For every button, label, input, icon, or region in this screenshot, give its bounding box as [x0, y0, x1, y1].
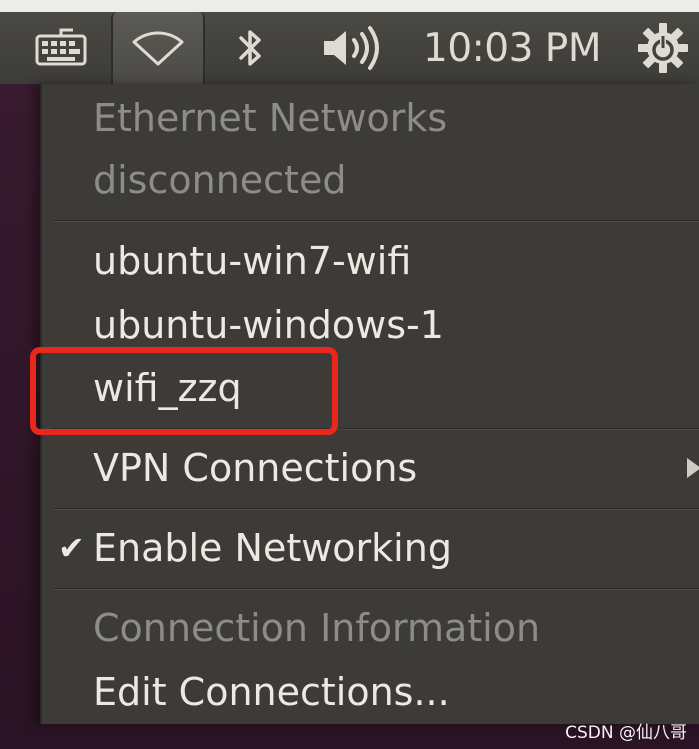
ethernet-networks-label: Ethernet Networks — [93, 96, 448, 140]
network-item-label: ubuntu-win7-wifi — [93, 239, 412, 283]
connection-information-label: Connection Information — [93, 606, 541, 650]
separator — [52, 508, 699, 510]
submenu-arrow-icon — [687, 458, 699, 478]
wifi-icon — [132, 31, 184, 66]
watermark: CSDN @仙八哥 — [565, 723, 687, 743]
connection-information-item: Connection Information — [42, 596, 699, 660]
edit-connections-item[interactable]: Edit Connections... — [42, 660, 699, 724]
vpn-connections-item[interactable]: VPN Connections — [42, 436, 699, 500]
edit-connections-label: Edit Connections... — [93, 670, 450, 714]
checkmark-icon: ✔ — [58, 529, 85, 567]
gear-power-icon — [638, 23, 688, 73]
network-item-label: ubuntu-windows-1 — [93, 303, 444, 347]
enable-networking-label: Enable Networking — [93, 526, 452, 570]
clock-text: 10:03 PM — [423, 25, 601, 71]
keyboard-indicator[interactable] — [26, 12, 96, 84]
network-indicator[interactable] — [111, 12, 205, 84]
separator — [52, 220, 699, 222]
vpn-connections-label: VPN Connections — [93, 446, 418, 490]
enable-networking-item[interactable]: ✔ Enable Networking — [42, 516, 699, 580]
ethernet-status-label: disconnected — [93, 158, 347, 202]
separator — [52, 588, 699, 590]
ethernet-status: disconnected — [42, 148, 699, 212]
top-panel: 10:03 PM — [0, 12, 699, 84]
volume-icon — [324, 26, 379, 70]
ethernet-networks-header: Ethernet Networks — [42, 86, 699, 150]
network-item-ubuntu-win7-wifi[interactable]: ubuntu-win7-wifi — [42, 229, 699, 293]
bluetooth-indicator[interactable] — [226, 12, 274, 84]
annotation-highlight-box — [30, 347, 338, 435]
top-strip — [0, 0, 699, 12]
bluetooth-icon — [239, 30, 261, 66]
volume-indicator[interactable] — [316, 12, 388, 84]
system-menu-indicator[interactable] — [632, 12, 694, 84]
clock-indicator[interactable]: 10:03 PM — [414, 12, 610, 84]
keyboard-icon — [35, 28, 87, 66]
